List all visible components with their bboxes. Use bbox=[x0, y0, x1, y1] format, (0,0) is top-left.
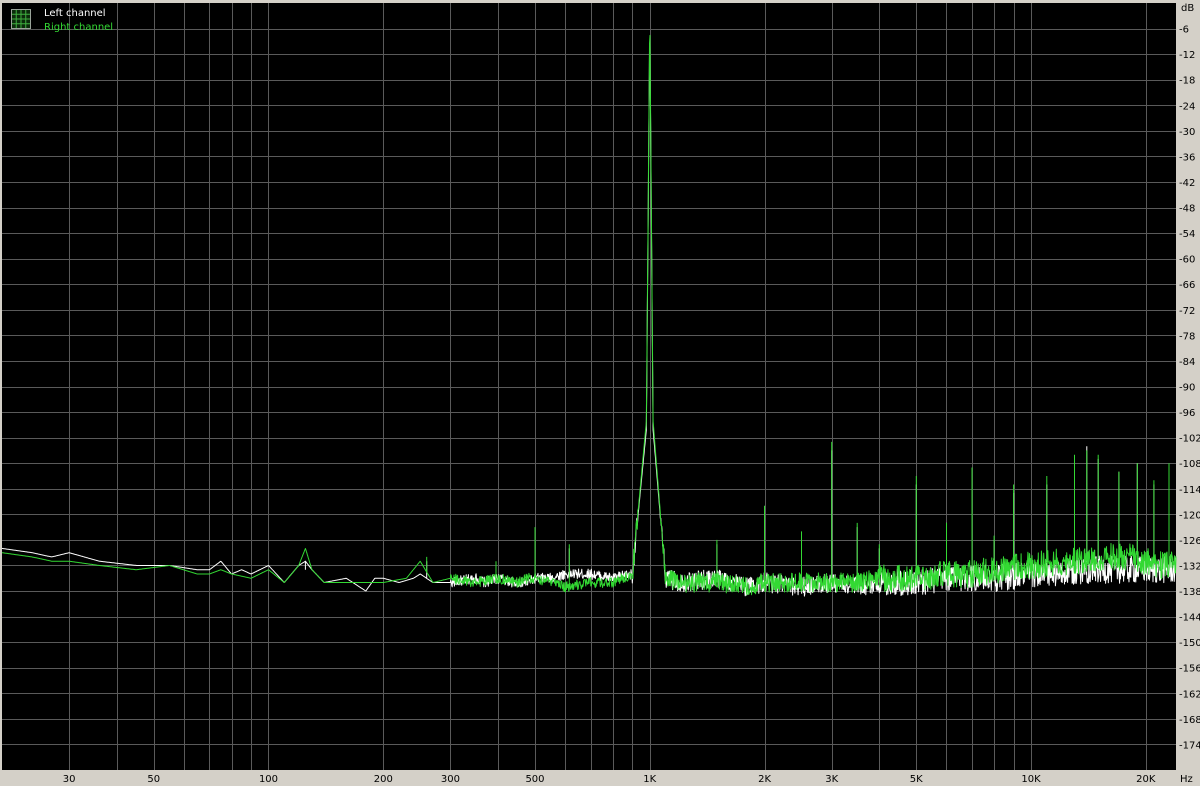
x-tick-label: 10K bbox=[1021, 774, 1041, 785]
x-tick-label: 20K bbox=[1136, 774, 1156, 785]
y-tick-label: -24 bbox=[1179, 101, 1195, 112]
y-axis: dB -6 -12 -18 -24 -30 -36 -42 -48 -54 -60 -66 -72 -7… bbox=[1179, 3, 1200, 751]
y-tick-label: -156 bbox=[1179, 664, 1200, 675]
x-axis: Hz 30 50 100 200 300 500 1K 2K 3K 5K 10K 20K bbox=[63, 774, 1193, 785]
y-tick-label: -96 bbox=[1179, 408, 1195, 419]
y-tick-label: -78 bbox=[1179, 331, 1195, 342]
x-unit-label: Hz bbox=[1180, 774, 1193, 785]
y-tick-label: -114 bbox=[1179, 485, 1200, 496]
y-tick-label: -108 bbox=[1179, 459, 1200, 470]
y-tick-label: -144 bbox=[1179, 613, 1200, 624]
x-tick-label: 200 bbox=[374, 774, 393, 785]
spectrum-window: dB -6 -12 -18 -24 -30 -36 -42 -48 -54 -60 -66 -72 -7… bbox=[0, 0, 1200, 786]
x-tick-label: 300 bbox=[441, 774, 460, 785]
y-tick-label: -126 bbox=[1179, 536, 1200, 547]
y-tick-label: -48 bbox=[1179, 204, 1195, 215]
x-tick-label: 1K bbox=[643, 774, 656, 785]
y-tick-label: -102 bbox=[1179, 434, 1200, 445]
y-tick-label: -42 bbox=[1179, 178, 1195, 189]
y-tick-label: -150 bbox=[1179, 638, 1200, 649]
legend-left-channel: Left channel bbox=[44, 8, 106, 19]
x-tick-label: 30 bbox=[63, 774, 76, 785]
y-tick-label: -90 bbox=[1179, 383, 1195, 394]
x-tick-label: 5K bbox=[910, 774, 923, 785]
y-tick-label: -84 bbox=[1179, 357, 1195, 368]
y-tick-label: -60 bbox=[1179, 255, 1195, 266]
y-tick-label: -18 bbox=[1179, 76, 1195, 87]
x-tick-label: 100 bbox=[259, 774, 278, 785]
y-tick-label: -72 bbox=[1179, 306, 1195, 317]
plot-area bbox=[2, 3, 1176, 770]
y-tick-label: -6 bbox=[1179, 25, 1189, 36]
y-tick-label: -138 bbox=[1179, 587, 1200, 598]
y-tick-label: -12 bbox=[1179, 50, 1195, 61]
y-tick-label: -168 bbox=[1179, 715, 1200, 726]
y-tick-label: -132 bbox=[1179, 561, 1200, 572]
y-tick-label: -30 bbox=[1179, 127, 1195, 138]
y-unit-label: dB bbox=[1181, 3, 1194, 14]
x-tick-label: 2K bbox=[758, 774, 771, 785]
x-tick-label: 500 bbox=[525, 774, 544, 785]
legend-right-channel: Right channel bbox=[44, 22, 113, 33]
y-tick-label: -120 bbox=[1179, 510, 1200, 521]
spectrum-chart: dB -6 -12 -18 -24 -30 -36 -42 -48 -54 -60 -66 -72 -7… bbox=[1, 3, 1200, 785]
y-tick-label: -36 bbox=[1179, 152, 1195, 163]
y-tick-label: -162 bbox=[1179, 689, 1200, 700]
y-tick-label: -174 bbox=[1179, 740, 1200, 751]
y-tick-label: -66 bbox=[1179, 280, 1195, 291]
x-tick-label: 3K bbox=[825, 774, 838, 785]
x-tick-label: 50 bbox=[147, 774, 160, 785]
grid-icon[interactable] bbox=[11, 9, 31, 29]
y-tick-label: -54 bbox=[1179, 229, 1195, 240]
